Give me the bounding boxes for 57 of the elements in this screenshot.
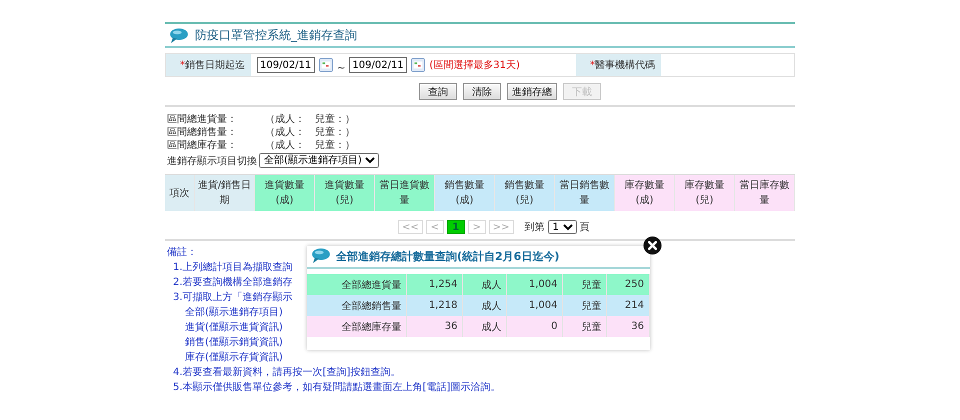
note-text: 2.若要查詢機構全部進銷存 (172, 276, 293, 289)
note-option: 全部(顯示進銷存項目) (167, 306, 283, 319)
note-text: 4.若要查看最新資料，請再按一次[查詢]按鈕查詢。 (172, 366, 400, 379)
column-header: 當日庫存數量 (735, 175, 795, 211)
close-icon[interactable] (643, 236, 662, 255)
summary-label: 區間總庫存量： (167, 138, 238, 152)
table-cell: 全部總庫存量 (307, 316, 407, 337)
speech-bubble-icon (169, 28, 189, 44)
note-option: 進貨(僅顯示進貨資訊) (167, 321, 283, 334)
table-cell: 兒童 (562, 316, 607, 337)
note-text: 5.本顯示僅供販售單位參考，如有疑問請點選畫面左上角[電話]圖示洽詢。 (172, 381, 500, 394)
goto-label: 到第 (524, 221, 545, 234)
table-cell: 成人 (462, 316, 507, 337)
notes-title: 備註： (167, 246, 197, 259)
field-label: *醫事機構代碼 (576, 54, 661, 76)
column-header: 項次 (165, 175, 195, 211)
column-header: 庫存數量(成) (615, 175, 675, 211)
column-header: 當日銷售數量 (555, 175, 615, 211)
column-header: 當日進貨數量 (375, 175, 435, 211)
note-text: 1.上列總計項目為擷取查詢 (172, 261, 293, 274)
adult-count: （成人： (265, 138, 306, 152)
note-option: 庫存(僅顯示存貨資訊) (167, 351, 283, 364)
action-button[interactable]: 進銷存總 (507, 83, 557, 100)
date-field[interactable]: 109/02/11 (257, 57, 315, 73)
column-header: 銷售數量(兒) (495, 175, 555, 211)
child-count: 兒童：） (315, 126, 355, 139)
note-text: 3.可擷取上方「進銷存顯示 (172, 291, 293, 304)
speech-bubble-icon (311, 248, 331, 264)
summary-label: 區間總銷售量： (167, 126, 238, 139)
goto-suffix: 頁 (580, 221, 590, 234)
note-option: 銷售(僅顯示銷貨資訊) (167, 336, 283, 349)
range-hint: (區間選擇最多31天) (429, 59, 520, 72)
display-select[interactable]: 全部(顯示進銷存項目) (259, 153, 379, 168)
adult-count: （成人： (265, 126, 306, 139)
field-label: *銷售日期起迄 (166, 54, 251, 76)
column-header: 銷售數量(成) (435, 175, 495, 211)
calendar-icon[interactable] (411, 58, 426, 72)
action-button[interactable]: 清除 (463, 83, 501, 100)
column-header: 庫存數量(兒) (675, 175, 735, 211)
child-count: 兒童：） (315, 112, 355, 126)
table-cell: 0 (506, 316, 563, 337)
page-title: 防疫口罩管控系統_進銷存查詢 (195, 27, 357, 44)
column-header: 進貨/銷售日期 (195, 175, 255, 211)
page-select[interactable]: 1 (548, 220, 577, 234)
switch-label: 進銷存顯示項目切換 (167, 154, 257, 168)
adult-count: （成人： (265, 112, 306, 126)
action-button[interactable]: 查詢 (419, 83, 457, 100)
popup-title: 全部進銷存總計數量查詢(統計自2月6日迄今) (336, 249, 560, 264)
summary-label: 區間總進貨量： (167, 113, 238, 126)
column-header: 進貨數量(成) (255, 175, 315, 211)
table-cell: 36 (406, 316, 463, 337)
child-count: 兒童：） (315, 138, 355, 152)
table-cell: 36 (606, 316, 650, 337)
calendar-icon[interactable] (319, 58, 333, 72)
range-separator: ~ (337, 62, 346, 74)
date-field[interactable]: 109/02/11 (349, 57, 408, 73)
column-header: 進貨數量(兒) (315, 175, 375, 211)
